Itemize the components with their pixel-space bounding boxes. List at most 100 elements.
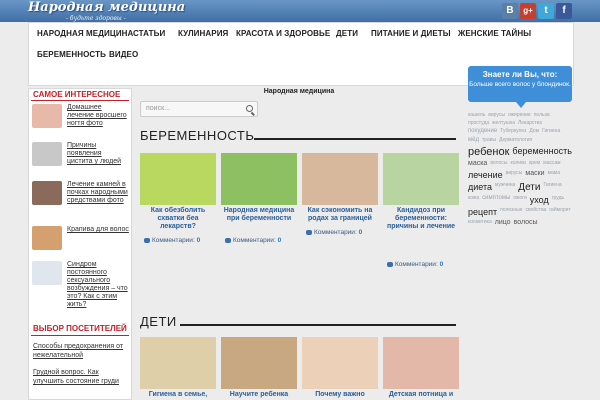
tag-link[interactable]: свойства (525, 207, 546, 213)
tag-link[interactable]: мужчина (495, 182, 515, 188)
article-title[interactable]: Почему важно (302, 391, 378, 399)
article-title[interactable]: Как обезболить схватки беа лекарств? (140, 207, 216, 231)
article-card[interactable]: Научите ребенка (221, 337, 297, 400)
nav-item-cooking[interactable]: КУЛИНАРИЯ (178, 29, 228, 38)
article-card[interactable]: Как сэкономить на родах за границей Комм… (302, 153, 378, 253)
article-image[interactable] (383, 153, 459, 205)
article-card[interactable]: Почему важно (302, 337, 378, 400)
tag-link[interactable]: беременность (512, 146, 572, 156)
article-title[interactable]: Научите ребенка (221, 391, 297, 399)
popular-link[interactable]: Крапива для волос (67, 226, 129, 234)
comments-count[interactable]: Комментарии: 0 (306, 229, 378, 236)
search-icon[interactable] (246, 105, 253, 112)
tag-link[interactable]: симптомы (482, 195, 510, 201)
nav-item-womens-secrets[interactable]: ЖЕНСКИЕ ТАЙНЫ (458, 29, 531, 38)
article-image[interactable] (302, 153, 378, 205)
vk-icon[interactable]: В (502, 3, 518, 19)
comments-count[interactable]: Комментарии: 0 (225, 237, 297, 244)
nav-item-nutrition[interactable]: ПИТАНИЕ И ДИЕТЫ (371, 29, 451, 38)
tag-link[interactable]: волосы (490, 160, 507, 166)
popular-thumbnail (32, 142, 62, 166)
visitor-link[interactable]: Способы предохранения от нежелательной (33, 342, 129, 360)
tag-link[interactable]: вирусы (506, 170, 523, 176)
tag-link[interactable]: полезные (500, 207, 522, 213)
article-image[interactable] (140, 153, 216, 205)
tag-link[interactable]: ребенок (468, 146, 509, 158)
article-title[interactable]: Народная медицина при беременности (221, 207, 297, 223)
article-image[interactable] (221, 337, 297, 389)
tag-link[interactable]: польза (534, 112, 550, 118)
tag-link[interactable]: рецепт (468, 207, 497, 217)
tag-link[interactable]: Гигиена (543, 182, 561, 188)
tag-link[interactable]: волосы (514, 219, 538, 226)
article-title[interactable]: Гигиена в семье, (140, 391, 216, 399)
article-image[interactable] (221, 153, 297, 205)
tag-link[interactable]: маска (468, 160, 487, 167)
tag-link[interactable]: кожа (468, 195, 479, 201)
tag-link[interactable]: колики (510, 160, 526, 166)
section-heading-kids[interactable]: ДЕТИ (140, 314, 177, 329)
nav-item-kids[interactable]: ДЕТИ (336, 29, 358, 38)
popular-link[interactable]: Домашнее лечение вросшего ногтя фото (67, 104, 129, 128)
nav-item-folk-medicine[interactable]: НАРОДНАЯ МЕДИЦИНА (37, 29, 133, 38)
article-card[interactable]: Гигиена в семье, (140, 337, 216, 400)
tag-link[interactable]: простуда (468, 120, 489, 126)
tag-link[interactable]: мама (548, 170, 560, 176)
article-title[interactable]: Детская потница и (383, 391, 459, 399)
popular-item[interactable]: Лечение камней в почках народными средст… (32, 181, 131, 221)
tag-link[interactable]: грудь (552, 195, 564, 201)
tag-link[interactable]: похудение (468, 128, 497, 134)
popular-item[interactable]: Крапива для волос (32, 226, 131, 254)
tag-link[interactable]: мёд (468, 137, 479, 143)
tag-link[interactable]: Лекарства (518, 120, 542, 126)
twitter-icon[interactable]: t (538, 3, 554, 19)
tag-link[interactable]: лечение (468, 170, 503, 180)
tag-link[interactable]: уход (530, 195, 549, 205)
popular-link[interactable]: Лечение камней в почках народными средст… (67, 181, 129, 205)
visitor-link[interactable]: Грудной вопрос. Как улучшить состояние г… (33, 368, 129, 386)
comments-count[interactable]: Комментарии: 0 (144, 237, 216, 244)
popular-item[interactable]: Синдром постоянного сексуального возбужд… (32, 261, 131, 311)
site-logo[interactable]: Народная медицина (28, 0, 185, 15)
tag-link[interactable]: ожирение (508, 112, 531, 118)
google-plus-icon[interactable]: g+ (520, 3, 536, 19)
popular-item[interactable]: Причины появления цистита у людей (32, 142, 131, 178)
tag-link[interactable]: крем (529, 160, 540, 166)
section-heading-pregnancy[interactable]: БЕРЕМЕННОСТЬ (140, 128, 254, 143)
article-title[interactable]: Как сэкономить на родах за границей (302, 207, 378, 223)
tag-link[interactable]: ожоги (513, 195, 526, 201)
article-title[interactable]: Кандидоз при беременности: причины и леч… (383, 207, 459, 231)
tag-link[interactable]: Дерматология (499, 137, 532, 143)
comments-count[interactable]: Комментарии: 0 (387, 261, 459, 268)
nav-item-video[interactable]: ВИДЕО (109, 50, 138, 59)
tag-link[interactable]: кашель (468, 112, 485, 118)
tag-link[interactable]: маски (525, 170, 544, 177)
tag-link[interactable]: диета (468, 182, 492, 192)
article-image[interactable] (302, 337, 378, 389)
tag-link[interactable]: косметика (468, 219, 492, 225)
tag-link[interactable]: желтушка (492, 120, 515, 126)
tag-link[interactable]: Дом (529, 128, 539, 134)
article-card[interactable]: Кандидоз при беременности: причины и леч… (383, 153, 459, 283)
nav-item-pregnancy[interactable]: БЕРЕМЕННОСТЬ (37, 50, 106, 59)
nav-item-articles[interactable]: СТАТЬИ (133, 29, 165, 38)
tag-link[interactable]: травы (482, 137, 496, 143)
article-card[interactable]: Как обезболить схватки беа лекарств? Ком… (140, 153, 216, 253)
facebook-icon[interactable]: f (556, 3, 572, 19)
tag-link[interactable]: лицо (495, 219, 511, 226)
article-card[interactable]: Детская потница и (383, 337, 459, 400)
popular-item[interactable]: Домашнее лечение вросшего ногтя фото (32, 104, 131, 134)
article-card[interactable]: Народная медицина при беременности Комме… (221, 153, 297, 253)
tag-link[interactable]: Дети (518, 182, 540, 193)
tag-link[interactable]: Туберкулез (500, 128, 526, 134)
tag-link[interactable]: массаж (543, 160, 560, 166)
nav-item-beauty-health[interactable]: КРАСОТА И ЗДОРОВЬЕ (236, 29, 330, 38)
tag-link[interactable]: гайморит (549, 207, 570, 213)
tag-link[interactable]: Гигиена (542, 128, 560, 134)
article-image[interactable] (140, 337, 216, 389)
popular-link[interactable]: Причины появления цистита у людей (67, 142, 129, 166)
tag-link[interactable]: вирусы (488, 112, 505, 118)
search-input[interactable]: поиск... (140, 101, 258, 117)
popular-link[interactable]: Синдром постоянного сексуального возбужд… (67, 261, 129, 309)
article-image[interactable] (383, 337, 459, 389)
